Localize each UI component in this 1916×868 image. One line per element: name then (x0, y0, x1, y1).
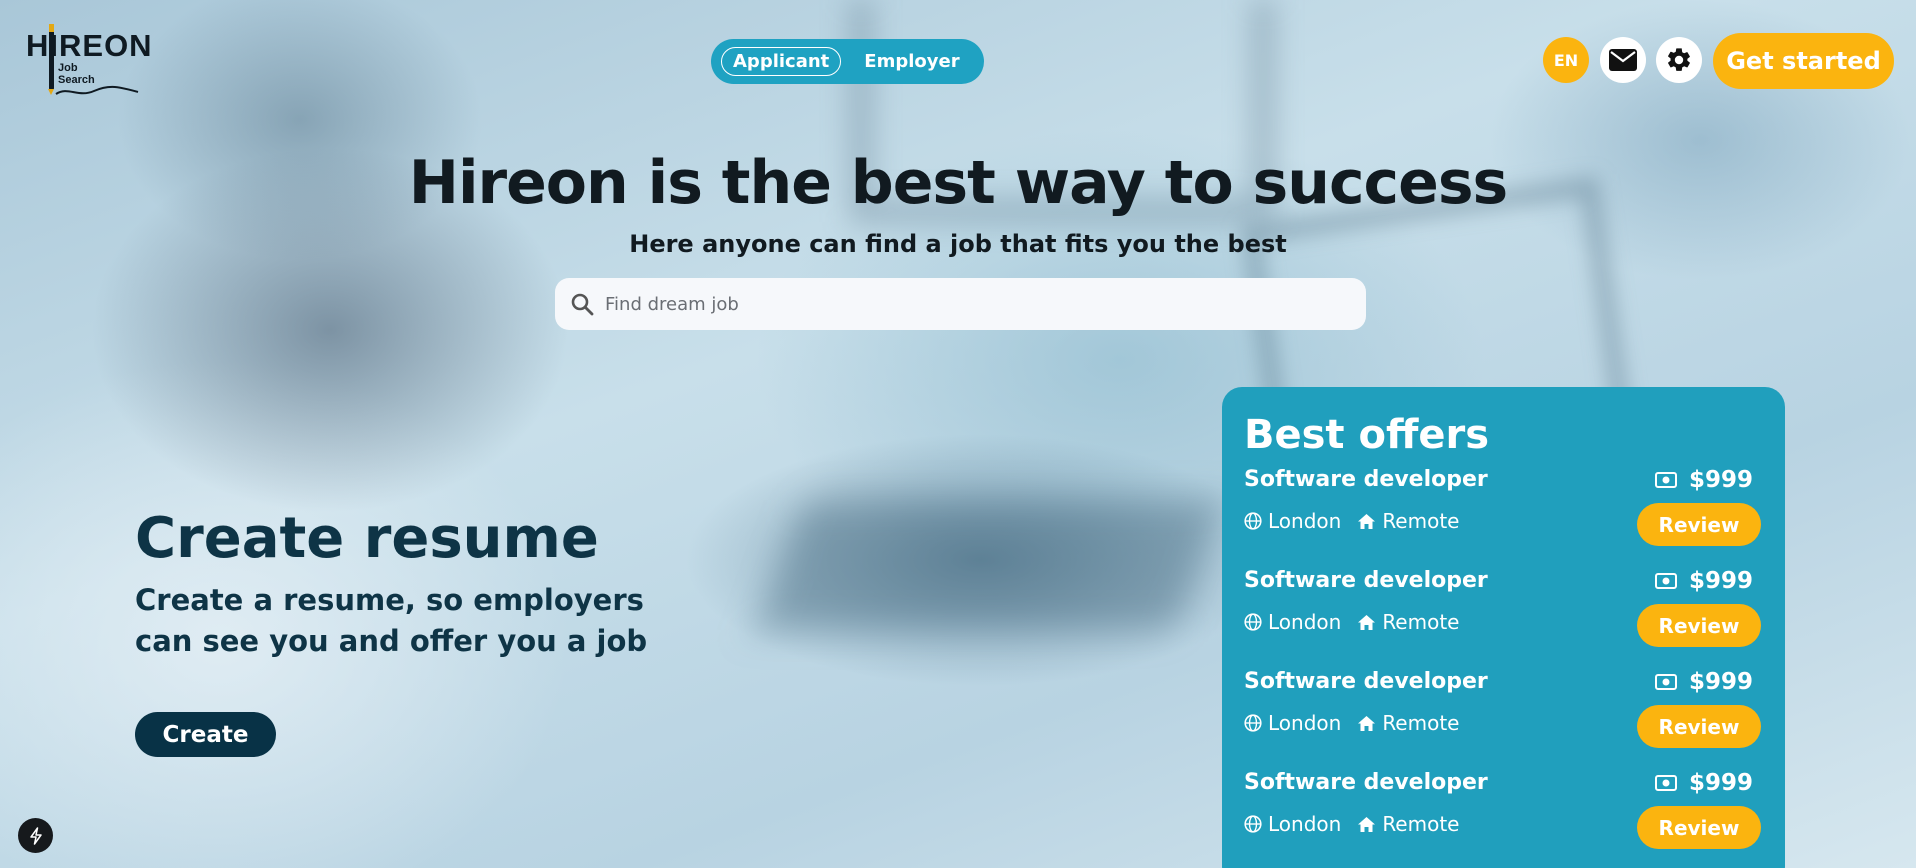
offer-salary: $999 (1654, 770, 1753, 796)
offer-work-mode: Remote (1382, 610, 1460, 634)
money-icon (1654, 674, 1677, 690)
offer-salary: $999 (1654, 568, 1753, 594)
offer-salary: $999 (1654, 669, 1753, 695)
home-icon (1357, 513, 1376, 530)
offer-meta: London Remote (1244, 711, 1459, 735)
salary-value: $999 (1688, 770, 1753, 796)
offer-location: London (1268, 509, 1342, 533)
search-input[interactable] (605, 293, 1345, 315)
offer-work-mode: Remote (1382, 812, 1460, 836)
bolt-icon (29, 826, 42, 845)
messages-button[interactable] (1600, 37, 1646, 83)
tab-employer[interactable]: Employer (853, 47, 970, 76)
review-button[interactable]: Review (1637, 705, 1761, 748)
pen-icon (48, 24, 54, 95)
wave-icon (55, 85, 139, 95)
offer-location: London (1268, 711, 1342, 735)
hero-title: Hireon is the best way to success (408, 148, 1509, 218)
offer-meta: London Remote (1244, 812, 1459, 836)
money-icon (1654, 775, 1677, 791)
hireon-logo[interactable]: HIREON Job Search (26, 24, 152, 96)
offer-meta: London Remote (1244, 610, 1459, 634)
salary-value: $999 (1688, 669, 1753, 695)
offer-work-mode: Remote (1382, 509, 1460, 533)
background-laptop-shape (756, 500, 1224, 630)
resume-description: Create a resume, so employers can see yo… (135, 583, 648, 658)
gear-icon (1668, 48, 1690, 71)
offer-item: Software developer $999 London Remote Re… (1244, 558, 1761, 659)
offer-item: Software developer $999 London Remote Re… (1244, 457, 1761, 558)
home-icon (1357, 614, 1376, 631)
create-resume-button[interactable]: Create (135, 712, 276, 757)
home-icon (1357, 816, 1376, 833)
get-started-button[interactable]: Get started (1713, 33, 1894, 89)
best-offers-panel: Best offers Software developer $999 Lond… (1222, 387, 1785, 868)
globe-icon (1244, 512, 1262, 530)
offer-meta: London Remote (1244, 509, 1459, 533)
offer-item: Software developer $999 London Remote Re… (1244, 659, 1761, 760)
offer-location: London (1268, 812, 1342, 836)
offer-location: London (1268, 610, 1342, 634)
globe-icon (1244, 613, 1262, 631)
offer-title: Software developer (1244, 669, 1488, 694)
offer-item: Software developer $999 London Remote Re… (1244, 760, 1761, 861)
offers-title: Best offers (1244, 412, 1490, 458)
resume-title: Create resume (135, 506, 599, 571)
review-button[interactable]: Review (1637, 604, 1761, 647)
home-icon (1357, 715, 1376, 732)
tab-applicant[interactable]: Applicant (721, 47, 842, 76)
search-bar[interactable] (555, 278, 1366, 330)
role-toggle: Applicant Employer (711, 39, 984, 84)
settings-button[interactable] (1656, 37, 1702, 83)
globe-icon (1244, 815, 1262, 833)
money-icon (1654, 472, 1677, 488)
offer-work-mode: Remote (1382, 711, 1460, 735)
salary-value: $999 (1688, 568, 1753, 594)
salary-value: $999 (1688, 467, 1753, 493)
offer-title: Software developer (1244, 467, 1488, 492)
offer-salary: $999 (1654, 467, 1753, 493)
logo-wordmark: HIREON (26, 28, 153, 63)
hero-subtitle: Here anyone can find a job that fits you… (629, 230, 1287, 258)
dev-tools-button[interactable] (18, 818, 53, 853)
logo-subtitle: Job Search (58, 62, 95, 86)
review-button[interactable]: Review (1637, 503, 1761, 546)
globe-icon (1244, 714, 1262, 732)
logo-sub-line1: Job (58, 62, 78, 74)
review-button[interactable]: Review (1637, 806, 1761, 849)
offer-title: Software developer (1244, 770, 1488, 795)
envelope-icon (1609, 49, 1637, 71)
offer-title: Software developer (1244, 568, 1488, 593)
language-button[interactable]: EN (1543, 37, 1589, 83)
search-icon (569, 291, 595, 317)
money-icon (1654, 573, 1677, 589)
